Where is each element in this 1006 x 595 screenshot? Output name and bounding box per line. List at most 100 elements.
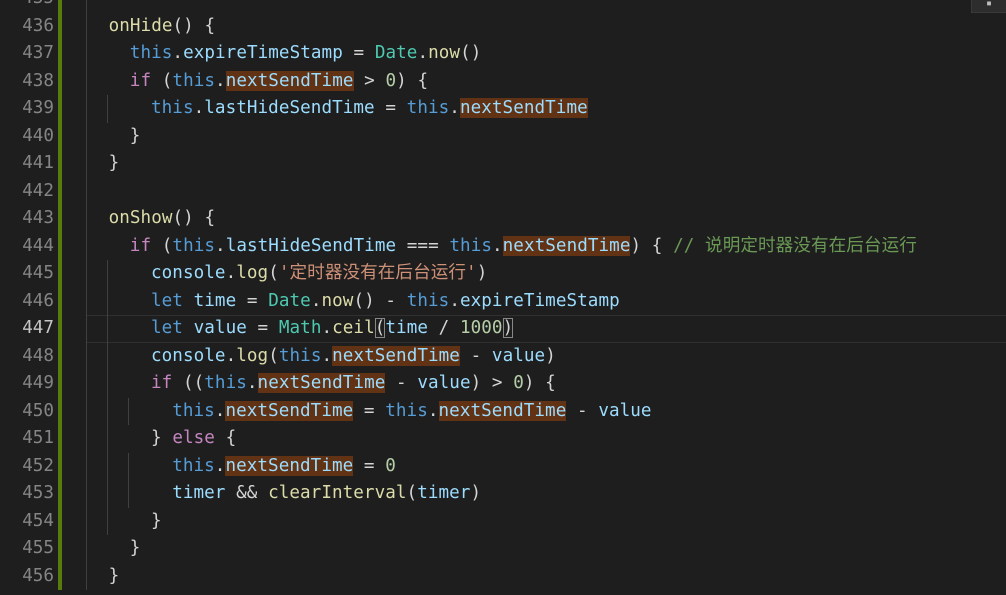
line-number: 445 bbox=[22, 263, 54, 283]
code-token: . bbox=[449, 290, 460, 311]
code-token: ( bbox=[151, 235, 173, 256]
code-token: () - bbox=[353, 290, 407, 311]
code-editor[interactable]: 435436onHide() {437this.expireTimeStamp … bbox=[0, 0, 1006, 590]
code-token: log bbox=[236, 345, 269, 366]
code-line[interactable]: 444 if (this.lastHideSendTime === this.ne… bbox=[0, 232, 1006, 260]
code-token: . bbox=[214, 455, 226, 476]
code-token: - bbox=[459, 345, 492, 366]
code-token: this bbox=[151, 98, 194, 118]
code-token: . bbox=[417, 43, 429, 63]
code-token: && bbox=[225, 483, 269, 503]
code-text: } bbox=[130, 535, 141, 563]
code-token: . bbox=[449, 98, 460, 118]
indent-guide bbox=[107, 480, 109, 508]
code-token: ) { bbox=[396, 70, 429, 91]
code-line[interactable]: 437 this.expireTimeStamp = Date.now() bbox=[0, 40, 1006, 68]
code-line[interactable]: 446 let time = Date.now() - this.expireTi… bbox=[0, 287, 1006, 315]
code-line[interactable]: 450 this.nextSendTime = this.nextSendTime… bbox=[0, 397, 1006, 425]
code-line[interactable]: 451} else { bbox=[0, 425, 1006, 453]
indent-guide bbox=[86, 425, 87, 453]
code-token: (( bbox=[172, 373, 205, 393]
code-token: } bbox=[151, 428, 173, 448]
code-token: } bbox=[108, 153, 120, 173]
code-token: ( bbox=[268, 345, 279, 366]
code-line[interactable]: 438 if (this.nextSendTime > 0) { bbox=[0, 67, 1006, 95]
indent-guide bbox=[86, 535, 87, 563]
code-token: expireTimeStamp bbox=[459, 290, 620, 311]
indent-guide bbox=[128, 452, 130, 480]
indent-guide bbox=[86, 562, 87, 590]
line-number: 449 bbox=[22, 373, 54, 393]
code-token: . bbox=[193, 98, 205, 118]
code-token: nextSendTime bbox=[438, 400, 567, 421]
code-token: value bbox=[417, 373, 471, 393]
indent-guide bbox=[86, 232, 87, 260]
code-token: value bbox=[193, 318, 247, 338]
code-token: this bbox=[129, 43, 173, 63]
code-token: Date bbox=[374, 43, 418, 63]
code-line[interactable]: 440} bbox=[0, 122, 1006, 150]
code-token: onShow bbox=[108, 208, 173, 228]
code-line[interactable]: 439 this.lastHideSendTime = this.nextSend… bbox=[0, 95, 1006, 123]
code-token: . bbox=[225, 263, 237, 283]
code-line[interactable]: 445 console.log('定时器没有在后台运行') bbox=[0, 260, 1006, 288]
code-token: 0 bbox=[385, 70, 397, 91]
code-line[interactable]: 454} bbox=[0, 507, 1006, 536]
code-line[interactable]: 442 bbox=[0, 177, 1006, 205]
code-token: console bbox=[151, 263, 226, 283]
code-line[interactable]: 448 console.log(this.nextSendTime - value… bbox=[0, 342, 1006, 371]
code-token: () { bbox=[172, 208, 216, 228]
line-number: 441 bbox=[22, 153, 54, 173]
indent-guide bbox=[86, 342, 87, 370]
line-number: 444 bbox=[22, 235, 54, 256]
line-number: 442 bbox=[22, 180, 54, 201]
code-token: } bbox=[108, 565, 120, 586]
code-token: === bbox=[396, 235, 450, 256]
code-token: > bbox=[353, 70, 386, 91]
code-token: this bbox=[385, 400, 428, 421]
line-number: 448 bbox=[22, 345, 54, 366]
code-comment: // 说明定时器没有在后台运行 bbox=[673, 235, 917, 256]
code-token: now bbox=[428, 43, 461, 63]
code-token: ) bbox=[470, 483, 482, 503]
code-line[interactable]: 436 onHide() { bbox=[0, 12, 1006, 40]
code-token: let bbox=[151, 318, 183, 338]
indent-guide bbox=[107, 370, 109, 398]
code-line[interactable]: 452 this.nextSendTime = 0 bbox=[0, 452, 1006, 480]
code-token: = bbox=[374, 98, 407, 118]
code-text: console.log('定时器没有在后台运行') bbox=[151, 260, 487, 288]
code-line[interactable]: 453 timer && clearInterval(timer) bbox=[0, 480, 1006, 508]
line-number: 454 bbox=[22, 510, 54, 531]
code-token: . bbox=[321, 345, 333, 366]
code-line[interactable]: 447 let value = Math.ceil(time / 1000) bbox=[0, 315, 1006, 343]
editor-scroll-corner[interactable]: ▪ bbox=[971, 0, 1006, 13]
code-line[interactable]: 441} bbox=[0, 150, 1006, 178]
code-token: this bbox=[172, 400, 215, 421]
code-token: value bbox=[598, 400, 652, 421]
code-line[interactable]: 456} bbox=[0, 562, 1006, 590]
code-token: } bbox=[151, 510, 162, 531]
indent-guide bbox=[86, 177, 87, 205]
indent-guide bbox=[107, 315, 109, 343]
indent-guide bbox=[128, 480, 130, 508]
code-token: ( bbox=[151, 70, 173, 91]
code-token: = bbox=[353, 400, 386, 421]
code-text: if ((this.nextSendTime - value) > 0) { bbox=[151, 370, 556, 398]
code-token: . bbox=[246, 373, 258, 393]
code-token: this bbox=[406, 98, 450, 118]
code-text: this.lastHideSendTime = this.nextSendTim… bbox=[151, 95, 588, 123]
code-token: nextSendTime bbox=[225, 400, 354, 421]
code-text: } bbox=[151, 508, 162, 536]
code-token: lastHideSendTime bbox=[204, 98, 375, 118]
code-token: = bbox=[342, 43, 375, 63]
code-text: console.log(this.nextSendTime - value) bbox=[151, 343, 556, 371]
code-token: } bbox=[129, 538, 141, 558]
code-line[interactable]: 449 if ((this.nextSendTime - value) > 0) … bbox=[0, 370, 1006, 398]
code-line[interactable]: 455} bbox=[0, 535, 1006, 563]
indent-guide bbox=[86, 370, 87, 398]
indent-guide bbox=[107, 425, 109, 453]
code-line[interactable]: 443 onShow() { bbox=[0, 205, 1006, 233]
code-token: this bbox=[204, 373, 247, 393]
scroll-dot-icon: ▪ bbox=[986, 0, 993, 9]
code-line[interactable]: 435 bbox=[0, 0, 1006, 13]
